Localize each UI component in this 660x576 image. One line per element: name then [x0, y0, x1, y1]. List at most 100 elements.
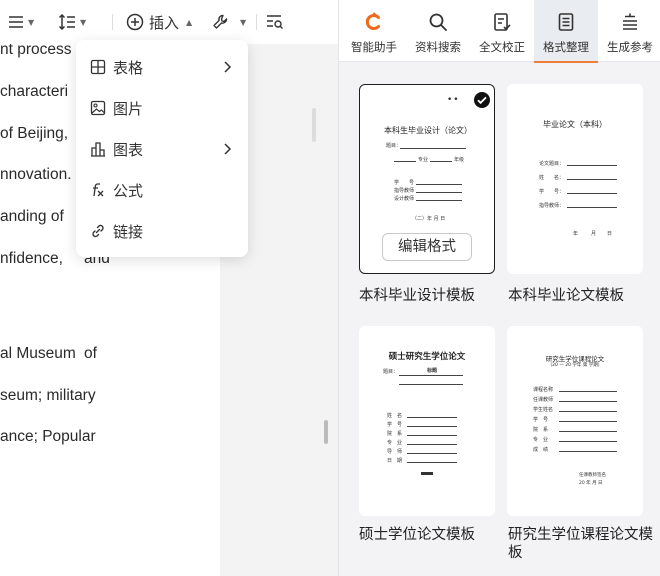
chevron-right-icon: [224, 61, 232, 73]
preview-line: [567, 207, 617, 208]
panel-tabs: 智能助手 资料搜索 全文校正 格式整理 生成参考: [339, 0, 660, 63]
line-spacing-button[interactable]: ▼: [58, 10, 86, 34]
preview-field-label: 姓 名：: [539, 175, 565, 181]
preview-line: [416, 200, 462, 201]
preview-line: [407, 417, 457, 418]
preview-field-label: 院 系: [387, 431, 403, 437]
tab-format[interactable]: 格式整理: [534, 0, 598, 63]
line-spacing-icon: [58, 14, 75, 30]
preview-field-label: 专 业: [533, 437, 549, 443]
chevron-up-icon: ▲: [186, 17, 193, 27]
menu-item-image[interactable]: 图片: [76, 90, 248, 126]
preview-title-label: 题目：: [383, 369, 399, 375]
preview-field-label: 设计教师: [394, 196, 415, 202]
find-button[interactable]: [266, 10, 284, 34]
preview-field-label: 学 号: [394, 180, 415, 186]
preview-line: [559, 391, 617, 392]
toolbar-divider: [112, 14, 113, 30]
preview-line: [399, 375, 463, 376]
list-button[interactable]: ▼: [8, 10, 34, 34]
selected-check-icon: [474, 92, 490, 108]
template-title: 硕士学位论文模板: [359, 527, 475, 543]
preview-field-label: 专 业: [387, 440, 403, 446]
editor-scrollbar[interactable]: [324, 420, 328, 444]
menu-item-table[interactable]: 表格: [76, 49, 248, 85]
preview-field-label: 论文题目：: [539, 161, 565, 167]
preview-footer-date: 20 年 月 日: [579, 481, 603, 486]
tab-label: 格式整理: [543, 40, 589, 54]
edit-format-button[interactable]: 编辑格式: [382, 233, 472, 261]
preview-line: [567, 179, 617, 180]
menu-item-label: 表格: [113, 59, 144, 77]
doc-line-8: seum; military: [0, 387, 96, 404]
tab-label: 全文校正: [479, 40, 525, 54]
template-title: 本科毕业论文模板: [508, 288, 624, 304]
chart-icon: [91, 142, 105, 157]
tab-proofread[interactable]: 全文校正: [470, 0, 534, 62]
preview-footer: 任课教师签名: [579, 473, 606, 478]
preview-line: [559, 401, 617, 402]
toolbar-divider: [256, 14, 257, 30]
search-icon: [429, 13, 447, 31]
preview-line: [399, 384, 463, 385]
preview-field-label: 任课教师: [533, 397, 554, 403]
preview-line: [407, 453, 457, 454]
find-icon: [267, 15, 283, 29]
preview-line: [559, 411, 617, 412]
preview-heading: 本科生毕业设计（论文）: [384, 126, 472, 135]
template-card-master-thesis[interactable]: 硕士研究生学位论文 题目： 标题 姓 名 学 号 院 系 专 业 导 师 日 期: [359, 326, 495, 516]
preview-field-label: 学生姓名: [533, 407, 554, 413]
preview-line: [559, 451, 617, 452]
preview-major-label: 专业: [418, 157, 429, 163]
preview-footer: （二）年 月 日: [412, 216, 446, 222]
menu-item-link[interactable]: 链接: [76, 213, 248, 249]
template-title: 研究生学位课程论文模板: [508, 527, 653, 561]
insert-dropdown-menu: 表格 图片 图表 公式 链接: [76, 40, 248, 257]
editor-toolbar: ▼ ▼ 插入 ▲ ▼: [0, 0, 338, 44]
template-card-undergrad-thesis[interactable]: 毕业论文（本科） 论文题目： 姓 名： 学 号： 指导教师： 年 月 日: [507, 84, 643, 274]
tab-material-search[interactable]: 资料搜索: [406, 0, 470, 62]
insert-label: 插入: [149, 13, 180, 32]
preview-line: [400, 148, 466, 149]
tab-label: 资料搜索: [415, 40, 461, 54]
template-card-graduate-course[interactable]: 研究生学位课程论文 （20 — 20 学年 第 学期） 课程名称 任课教师 学生…: [507, 326, 643, 516]
tab-ai-assistant[interactable]: 智能助手: [342, 0, 406, 62]
more-options-icon[interactable]: ••: [447, 95, 460, 105]
preview-field-label: 导 师: [387, 449, 403, 455]
preview-line: [559, 441, 617, 442]
insert-button[interactable]: 插入 ▲: [126, 10, 192, 34]
tools-button[interactable]: ▼: [212, 10, 246, 34]
image-icon: [90, 100, 106, 116]
doc-line-6: nfidence, and: [0, 250, 110, 267]
preview-line: [567, 165, 617, 166]
doc-line-3: of Beijing,: [0, 125, 69, 142]
preview-class-label: 年级: [454, 157, 465, 163]
menu-item-label: 图片: [113, 100, 144, 118]
template-card-undergrad-design[interactable]: 本科生毕业设计（论文） 题目： 专业 年级 学 号 指导教师 设计教师 （二）年…: [359, 84, 495, 274]
wrench-icon: [213, 14, 228, 29]
preview-line: [394, 161, 416, 162]
link-icon: [92, 224, 104, 238]
menu-item-formula[interactable]: 公式: [76, 172, 248, 208]
table-icon: [90, 59, 106, 75]
preview-line: [559, 421, 617, 422]
preview-title-value: 标题: [427, 368, 438, 374]
preview-line: [416, 184, 462, 185]
preview-page-marker: [421, 472, 433, 475]
doc-line-5: anding of: [0, 208, 64, 225]
preview-field-label: 指导教师: [394, 188, 415, 194]
preview-field-label: 学 号: [533, 417, 549, 423]
chevron-down-icon: ▼: [28, 17, 35, 27]
ai-assistant-icon: [365, 12, 380, 30]
menu-item-chart[interactable]: 图表: [76, 131, 248, 167]
preview-line: [407, 462, 457, 463]
preview-line: [430, 161, 452, 162]
preview-field-label: 院 系: [533, 427, 549, 433]
preview-line: [407, 444, 457, 445]
format-icon: [558, 13, 574, 31]
tab-generate-reference[interactable]: 生成参考: [598, 0, 660, 62]
preview-date-month: 月: [591, 231, 597, 237]
editor-scrollbar-top[interactable]: [312, 108, 316, 142]
template-preview: 硕士研究生学位论文 题目： 标题 姓 名 学 号 院 系 专 业 导 师 日 期: [359, 326, 495, 516]
menu-item-label: 公式: [113, 182, 144, 200]
